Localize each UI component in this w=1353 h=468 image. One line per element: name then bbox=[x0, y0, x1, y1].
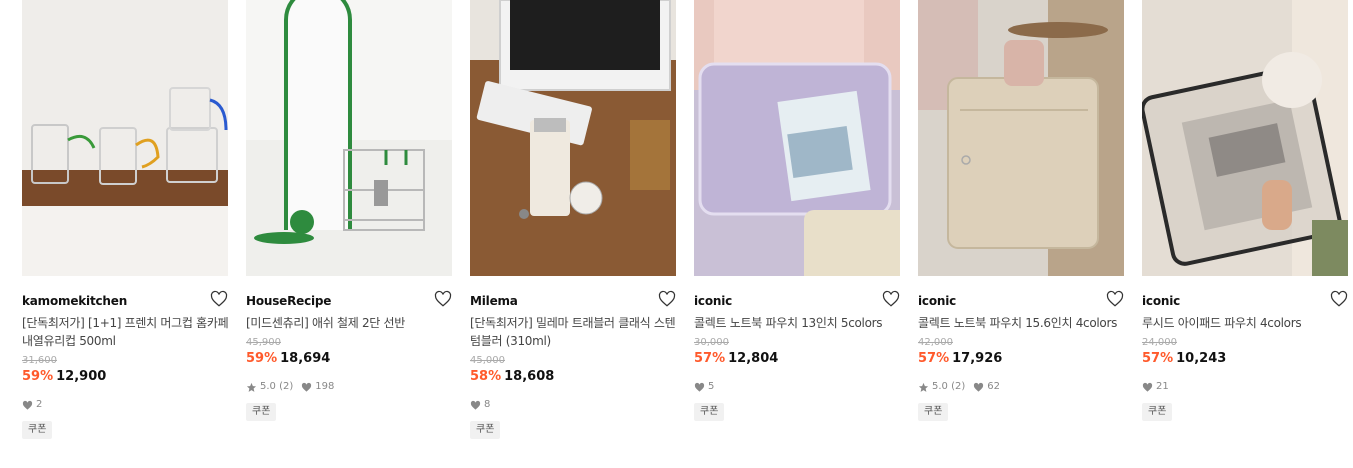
product-image[interactable] bbox=[1142, 0, 1348, 276]
price-row: 59% 18,694 bbox=[246, 350, 454, 368]
like-count: 62 bbox=[987, 381, 1000, 392]
product-title[interactable]: [단독최저가] [1+1] 프렌치 머그컵 홈카페 내열유리컵 500ml bbox=[22, 314, 230, 350]
heart-filled-icon bbox=[470, 400, 481, 410]
product-image[interactable] bbox=[694, 0, 900, 276]
brand-name[interactable]: kamomekitchen bbox=[22, 294, 127, 308]
brand-name[interactable]: iconic bbox=[694, 294, 732, 308]
brand-name[interactable]: iconic bbox=[918, 294, 956, 308]
like-count: 5 bbox=[708, 381, 715, 392]
sale-price: 10,243 bbox=[1176, 351, 1227, 366]
coupon-badge: 쿠폰 bbox=[1142, 403, 1173, 421]
price-row: 57% 12,804 bbox=[694, 350, 902, 368]
price-row: 57% 10,243 bbox=[1142, 350, 1350, 368]
likes: 2 bbox=[22, 398, 42, 412]
coupon-badge: 쿠폰 bbox=[470, 421, 501, 439]
heart-icon[interactable] bbox=[210, 290, 228, 308]
product-image[interactable] bbox=[918, 0, 1124, 276]
heart-filled-icon bbox=[302, 382, 312, 392]
likes: 62 bbox=[973, 380, 1000, 394]
like-count: 2 bbox=[36, 399, 43, 410]
likes: 8 bbox=[470, 398, 490, 412]
original-price: 45,000 bbox=[470, 355, 505, 366]
heart-icon[interactable] bbox=[658, 290, 676, 308]
review-count: (2) bbox=[279, 381, 294, 392]
product-meta: 5.0 (2) 62 bbox=[918, 380, 1126, 394]
rating-score: 5.0 bbox=[932, 381, 948, 392]
product-meta: 2 bbox=[22, 398, 230, 412]
product-title[interactable]: [미드센츄리] 애쉬 철제 2단 선반 bbox=[246, 314, 454, 332]
heart-filled-icon bbox=[1142, 382, 1153, 392]
discount-rate: 58% bbox=[470, 369, 502, 384]
likes: 198 bbox=[301, 380, 334, 394]
product-meta: 8 bbox=[470, 398, 678, 412]
heart-filled-icon bbox=[22, 400, 33, 410]
coupon-badge: 쿠폰 bbox=[246, 403, 277, 421]
discount-rate: 57% bbox=[918, 351, 950, 366]
product-card[interactable]: Milema [단독최저가] 밀레마 트래블러 클래식 스텐 텀블러 (310m… bbox=[470, 0, 678, 439]
product-title[interactable]: 콜렉트 노트북 파우치 13인치 5colors bbox=[694, 314, 902, 332]
product-meta: 21 bbox=[1142, 380, 1350, 394]
like-count: 198 bbox=[315, 381, 335, 392]
sale-price: 17,926 bbox=[952, 351, 1003, 366]
star-icon bbox=[246, 382, 257, 392]
product-card[interactable]: kamomekitchen [단독최저가] [1+1] 프렌치 머그컵 홈카페 … bbox=[22, 0, 230, 439]
product-card[interactable]: iconic 루시드 아이패드 파우치 4colors 24,000 57% 10… bbox=[1142, 0, 1350, 421]
product-title[interactable]: [단독최저가] 밀레마 트래블러 클래식 스텐 텀블러 (310ml) bbox=[470, 314, 678, 350]
sale-price: 12,804 bbox=[728, 351, 779, 366]
heart-filled-icon bbox=[974, 382, 984, 392]
coupon-badge: 쿠폰 bbox=[918, 403, 949, 421]
likes: 21 bbox=[1142, 380, 1169, 394]
coupon-badge: 쿠폰 bbox=[22, 421, 53, 439]
product-image[interactable] bbox=[22, 0, 228, 276]
original-price: 30,000 bbox=[694, 337, 729, 348]
original-price: 45,900 bbox=[246, 337, 281, 348]
product-card[interactable]: HouseRecipe [미드센츄리] 애쉬 철제 2단 선반 45,900 5… bbox=[246, 0, 454, 421]
rating: 5.0 (2) bbox=[918, 380, 965, 394]
likes: 5 bbox=[694, 380, 714, 394]
product-image[interactable] bbox=[246, 0, 452, 276]
sale-price: 18,694 bbox=[280, 351, 331, 366]
brand-name[interactable]: iconic bbox=[1142, 294, 1180, 308]
discount-rate: 57% bbox=[694, 351, 726, 366]
rating: 5.0 (2) bbox=[246, 380, 293, 394]
price-row: 58% 18,608 bbox=[470, 368, 678, 386]
heart-icon[interactable] bbox=[882, 290, 900, 308]
discount-rate: 59% bbox=[246, 351, 278, 366]
product-meta: 5 bbox=[694, 380, 902, 394]
heart-icon[interactable] bbox=[1330, 290, 1348, 308]
original-price: 24,000 bbox=[1142, 337, 1177, 348]
price-row: 57% 17,926 bbox=[918, 350, 1126, 368]
original-price: 31,600 bbox=[22, 355, 57, 366]
rating-score: 5.0 bbox=[260, 381, 276, 392]
price-row: 59% 12,900 bbox=[22, 368, 230, 386]
product-card[interactable]: iconic 콜렉트 노트북 파우치 15.6인치 4colors 42,000… bbox=[918, 0, 1126, 421]
review-count: (2) bbox=[951, 381, 966, 392]
discount-rate: 57% bbox=[1142, 351, 1174, 366]
product-title[interactable]: 콜렉트 노트북 파우치 15.6인치 4colors bbox=[918, 314, 1126, 332]
product-grid: kamomekitchen [단독최저가] [1+1] 프렌치 머그컵 홈카페 … bbox=[0, 0, 1353, 468]
heart-icon[interactable] bbox=[1106, 290, 1124, 308]
product-title[interactable]: 루시드 아이패드 파우치 4colors bbox=[1142, 314, 1350, 332]
like-count: 21 bbox=[1156, 381, 1169, 392]
like-count: 8 bbox=[484, 399, 491, 410]
discount-rate: 59% bbox=[22, 369, 54, 384]
heart-filled-icon bbox=[694, 382, 705, 392]
product-meta: 5.0 (2) 198 bbox=[246, 380, 454, 394]
heart-icon[interactable] bbox=[434, 290, 452, 308]
brand-name[interactable]: Milema bbox=[470, 294, 518, 308]
coupon-badge: 쿠폰 bbox=[694, 403, 725, 421]
sale-price: 12,900 bbox=[56, 369, 107, 384]
product-card[interactable]: iconic 콜렉트 노트북 파우치 13인치 5colors 30,000 5… bbox=[694, 0, 902, 421]
product-image[interactable] bbox=[470, 0, 676, 276]
sale-price: 18,608 bbox=[504, 369, 555, 384]
brand-name[interactable]: HouseRecipe bbox=[246, 294, 331, 308]
star-icon bbox=[918, 382, 929, 392]
original-price: 42,000 bbox=[918, 337, 953, 348]
